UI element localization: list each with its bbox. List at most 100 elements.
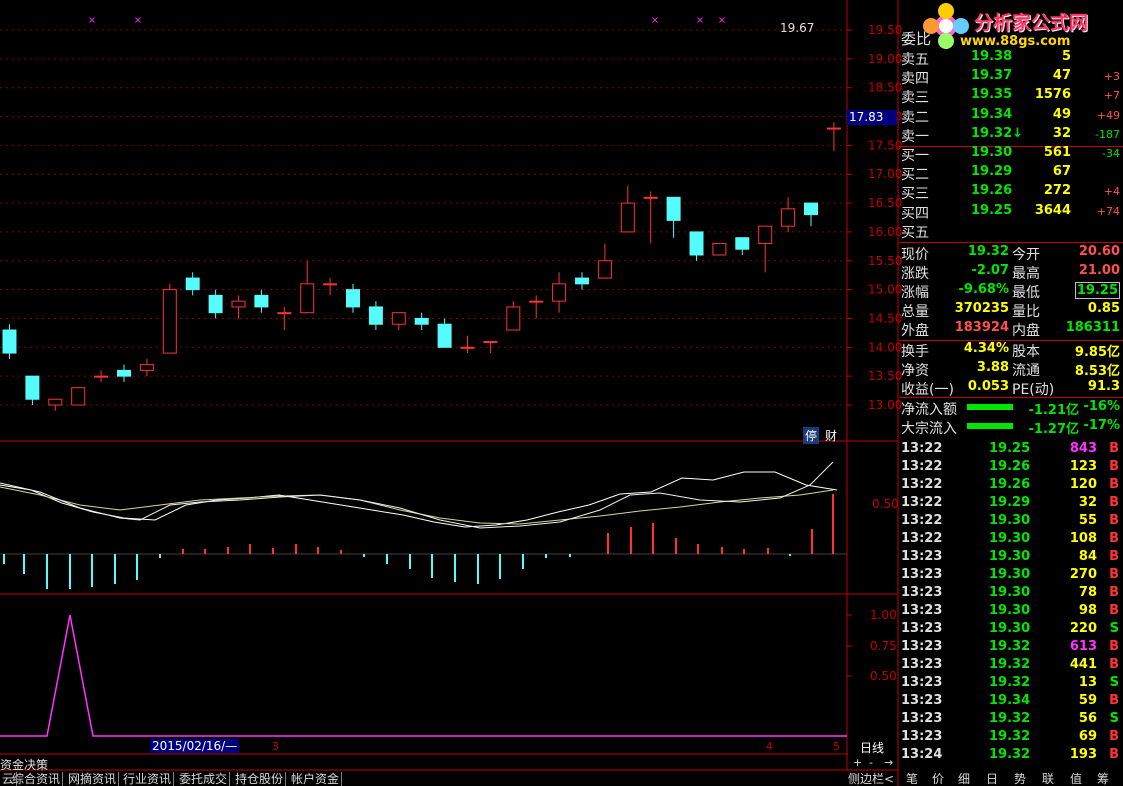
finance-badge[interactable]: 财: [823, 427, 839, 444]
indicator2-tick-label: 0.75: [870, 639, 897, 653]
tab-industry-news[interactable]: 行业资讯: [121, 772, 175, 786]
tick-volume: 843: [1069, 441, 1097, 456]
stat-label: 净资: [901, 363, 929, 379]
right-tab[interactable]: 侧边栏<: [848, 772, 894, 786]
candle: [208, 289, 223, 319]
tick-row[interactable]: 13:23 19.30 78 B: [899, 585, 1123, 603]
orderbook-row[interactable]: 买一 19.30 561 -34: [899, 145, 1123, 164]
tick-price: 19.30: [989, 567, 1031, 582]
candle-body: [735, 237, 750, 250]
candle: [712, 242, 727, 256]
stat-label: 量比: [1012, 304, 1040, 320]
tab-account-funds[interactable]: 帐户资金: [289, 772, 343, 786]
stat-label: 现价: [901, 247, 929, 263]
tick-row[interactable]: 13:23 19.32 13 S: [899, 675, 1123, 693]
scroll-minus-icon[interactable]: -: [869, 756, 873, 769]
tick-row[interactable]: 13:23 19.30 220 S: [899, 621, 1123, 639]
tick-volume: 59: [1078, 693, 1097, 708]
orderbook-row[interactable]: 卖五 19.38 5: [899, 49, 1123, 68]
orderbook-row[interactable]: 卖一 19.32↓ 32 -187: [899, 126, 1123, 145]
tick-side: B: [1109, 693, 1119, 708]
orderbook-price: 19.30: [971, 145, 1013, 160]
candle-body: [162, 289, 177, 354]
stat-value: 186311: [1065, 320, 1120, 335]
right-tab[interactable]: 笔: [906, 772, 918, 786]
stat-value: 19.25: [1074, 282, 1120, 299]
stat-value: 19.32: [967, 244, 1009, 259]
y-tick-label: 16.00: [868, 225, 902, 239]
candle-body: [643, 196, 658, 199]
tick-row[interactable]: 13:23 19.32 441 B: [899, 657, 1123, 675]
candle: [117, 364, 131, 382]
y-tick-label: 15.50: [868, 254, 902, 268]
orderbook-row[interactable]: 卖三 19.35 1576 +7: [899, 87, 1123, 106]
tick-row[interactable]: 13:22 19.29 32 B: [899, 495, 1123, 513]
tick-volume: 55: [1078, 513, 1097, 528]
y-tick-label: 14.00: [868, 340, 902, 354]
orderbook-row[interactable]: 卖四 19.37 47 +3: [899, 68, 1123, 87]
tick-row[interactable]: 13:23 19.32 56 S: [899, 711, 1123, 729]
right-tab[interactable]: 值: [1070, 772, 1082, 786]
right-tab[interactable]: 筹: [1097, 772, 1109, 786]
orderbook-row[interactable]: 卖二 19.34 49 +49: [899, 107, 1123, 126]
candle-body: [506, 306, 521, 331]
tick-row[interactable]: 13:22 19.25 843 B: [899, 441, 1123, 459]
candle-body: [391, 312, 406, 325]
tick-time: 13:22: [901, 495, 943, 510]
tick-side: B: [1109, 657, 1119, 672]
tab-orders[interactable]: 委托成交: [177, 772, 231, 786]
current-price-box: 17.83: [847, 110, 897, 125]
candle-body: [254, 294, 269, 308]
orderbook-row[interactable]: 买五: [899, 222, 1123, 241]
tab-web-news[interactable]: 网摘资讯: [66, 772, 120, 786]
candle: [597, 243, 612, 279]
quote-panel: 委比 卖五 19.38 5 卖四 19.37 47 +3 卖三 19.35 1576 +7 卖二 19.…: [899, 0, 1123, 770]
right-tab[interactable]: 价: [932, 772, 944, 786]
tick-row[interactable]: 13:23 19.30 98 B: [899, 603, 1123, 621]
halt-badge[interactable]: 停: [803, 427, 820, 444]
tick-row[interactable]: 13:23 19.34 59 B: [899, 693, 1123, 711]
tick-row[interactable]: 13:24 19.32 193 B: [899, 747, 1123, 765]
tick-time: 13:23: [901, 603, 943, 618]
tick-row[interactable]: 13:23 19.32 69 B: [899, 729, 1123, 747]
tick-row[interactable]: 13:22 19.26 123 B: [899, 459, 1123, 477]
right-tab[interactable]: 势: [1014, 772, 1026, 786]
orderbook-row[interactable]: 买四 19.25 3644 +74: [899, 203, 1123, 222]
tab-positions[interactable]: 持仓股份: [233, 772, 287, 786]
tick-row[interactable]: 13:23 19.32 613 B: [899, 639, 1123, 657]
tick-row[interactable]: 13:22 19.30 55 B: [899, 513, 1123, 531]
stat-value: 8.53亿: [1074, 364, 1120, 379]
scroll-arrow-icon[interactable]: →: [884, 756, 893, 769]
y-tick-label: 17.50: [868, 138, 902, 152]
candle: [71, 387, 86, 406]
candle: [414, 312, 429, 330]
candle: [620, 185, 635, 233]
panel-label[interactable]: 资金决策: [0, 756, 48, 773]
tick-row[interactable]: 13:23 19.30 84 B: [899, 549, 1123, 567]
tick-row[interactable]: 13:22 19.30 108 B: [899, 531, 1123, 549]
tick-row[interactable]: 13:23 19.30 270 B: [899, 567, 1123, 585]
orderbook-label: 买三: [901, 186, 929, 203]
candle-body: [323, 283, 338, 286]
tab-news[interactable]: 综合资讯: [10, 772, 64, 786]
period-label[interactable]: 日线: [860, 739, 884, 756]
tick-price: 19.30: [989, 513, 1031, 528]
right-tab[interactable]: 细: [958, 772, 970, 786]
tick-side: B: [1109, 567, 1119, 582]
right-tab[interactable]: 日: [986, 772, 998, 786]
candle: [529, 295, 544, 319]
tick-side: B: [1109, 585, 1119, 600]
signal-marker: ×: [696, 15, 704, 26]
orderbook-row[interactable]: 买二 19.29 67: [899, 164, 1123, 183]
orderbook-volume: 272: [1043, 183, 1071, 199]
orderbook-row[interactable]: 买三 19.26 272 +4: [899, 183, 1123, 202]
scroll-plus-icon[interactable]: +: [853, 756, 862, 769]
flow-percent: -17%: [1083, 418, 1120, 433]
right-tab[interactable]: 联: [1042, 772, 1054, 786]
candle-body: [781, 208, 796, 227]
tick-side: B: [1109, 729, 1119, 744]
tick-side: B: [1109, 513, 1119, 528]
tick-row[interactable]: 13:22 19.26 120 B: [899, 477, 1123, 495]
tick-volume: 270: [1069, 567, 1097, 582]
candle-body: [483, 341, 498, 344]
